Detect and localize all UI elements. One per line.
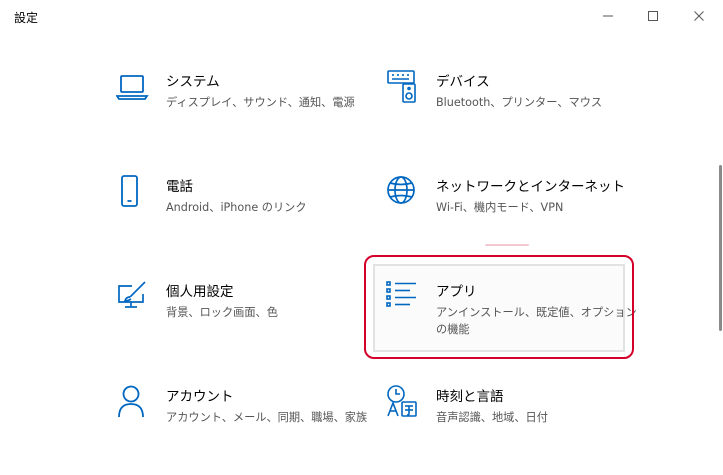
- phone-icon: [116, 175, 150, 209]
- title-bar: 設定: [0, 0, 723, 32]
- tile-time-language-name: 時刻と言語: [436, 389, 504, 405]
- tile-time-language[interactable]: 時刻と言語 音声認識、地域、日付: [386, 385, 648, 475]
- minimize-icon: [603, 15, 613, 17]
- tile-apps-desc: アンインストール、既定値、オプションの機能: [436, 306, 637, 336]
- tile-network-name: ネットワークとインターネット: [436, 179, 625, 195]
- tile-personalization[interactable]: 個人用設定 背景、ロック画面、色: [116, 280, 378, 370]
- tile-phone-name: 電話: [166, 179, 193, 195]
- globe-icon: [386, 175, 420, 209]
- paint-monitor-icon: [116, 280, 150, 314]
- laptop-icon: [116, 70, 150, 104]
- close-button[interactable]: [676, 0, 722, 32]
- scrollbar-thumb[interactable]: [719, 165, 722, 331]
- tile-devices[interactable]: デバイス Bluetooth、プリンター、マウス: [386, 70, 648, 160]
- tile-devices-name: デバイス: [436, 74, 490, 90]
- tile-personalization-name: 個人用設定: [166, 284, 234, 300]
- tile-phone-desc: Android、iPhone のリンク: [166, 201, 307, 214]
- tile-accounts[interactable]: アカウント アカウント、メール、同期、職場、家族: [116, 385, 378, 475]
- tile-devices-desc: Bluetooth、プリンター、マウス: [436, 96, 603, 109]
- tile-accounts-name: アカウント: [166, 389, 234, 405]
- keyboard-speaker-icon: [386, 70, 420, 104]
- person-icon: [116, 385, 150, 419]
- tile-network-desc: Wi-Fi、機内モード、VPN: [436, 201, 564, 214]
- maximize-icon: [648, 11, 658, 21]
- tile-phone[interactable]: 電話 Android、iPhone のリンク: [116, 175, 378, 265]
- app-list-icon: [386, 280, 420, 314]
- maximize-button[interactable]: [630, 0, 676, 32]
- close-icon: [694, 11, 704, 21]
- tile-system[interactable]: システム ディスプレイ、サウンド、通知、電源: [116, 70, 378, 160]
- vertical-scrollbar[interactable]: [717, 32, 723, 423]
- tile-system-desc: ディスプレイ、サウンド、通知、電源: [166, 96, 355, 109]
- tile-network[interactable]: ネットワークとインターネット Wi-Fi、機内モード、VPN: [386, 175, 648, 265]
- time-language-icon: [386, 385, 420, 419]
- tile-accounts-desc: アカウント、メール、同期、職場、家族: [166, 411, 368, 424]
- minimize-button[interactable]: [585, 0, 631, 32]
- tile-personalization-desc: 背景、ロック画面、色: [166, 306, 278, 319]
- tile-system-name: システム: [166, 74, 220, 90]
- settings-window: 設定 システム ディスプレイ、サウンド、通知、電源 デバイス Bluetooth…: [0, 0, 723, 424]
- tile-apps[interactable]: アプリ アンインストール、既定値、オプションの機能: [386, 280, 648, 370]
- window-title: 設定: [14, 11, 39, 25]
- tile-apps-name: アプリ: [436, 284, 477, 300]
- tile-time-language-desc: 音声認識、地域、日付: [436, 411, 548, 424]
